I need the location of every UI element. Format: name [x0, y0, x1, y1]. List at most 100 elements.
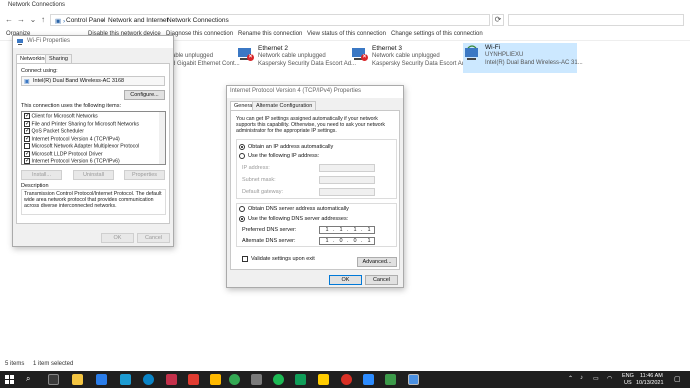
file-explorer-icon[interactable] — [72, 374, 83, 385]
breadcrumb[interactable]: ▣ › Control Panel › Network and Internet… — [50, 14, 490, 26]
list-item[interactable]: Microsoft Network Adapter Multiplexor Pr… — [24, 143, 139, 150]
octet: 1 — [367, 238, 371, 244]
dialog-titlebar: Wi-Fi Properties — [13, 36, 173, 48]
unplugged-x-icon: × — [247, 54, 254, 61]
back-arrow-icon[interactable]: ← — [4, 15, 14, 25]
dialog-title: Internet Protocol Version 4 (TCP/IPv4) P… — [230, 88, 362, 94]
app-icon[interactable] — [273, 374, 284, 385]
use-ip-radio[interactable] — [239, 153, 245, 159]
cancel-button[interactable]: Cancel — [365, 275, 398, 285]
obtain-ip-radio[interactable] — [239, 144, 245, 150]
view-status-button[interactable]: View status of this connection — [307, 31, 386, 37]
clock-time[interactable]: 11:46 AM — [640, 373, 663, 379]
octet: 1 — [325, 238, 329, 244]
adapter-name: Ethernet 3 — [372, 45, 402, 52]
checkbox-checked[interactable]: ✓ — [24, 158, 30, 164]
properties-button[interactable]: Properties — [124, 170, 165, 180]
change-settings-button[interactable]: Change settings of this connection — [391, 31, 483, 37]
ipv4-properties-dialog: Internet Protocol Version 4 (TCP/IPv4) P… — [226, 85, 404, 288]
ok-button[interactable]: OK — [101, 233, 134, 243]
breadcrumb-network-and-internet[interactable]: Network and Internet — [108, 17, 168, 24]
task-view-icon[interactable] — [48, 374, 59, 385]
use-dns-label: Use the following DNS server addresses: — [248, 216, 349, 222]
ip-address-field[interactable] — [319, 164, 375, 172]
adapter-ethernet-3[interactable]: × Ethernet 3 Network cable unplugged Kas… — [350, 44, 470, 72]
uninstall-button[interactable]: Uninstall — [73, 170, 114, 180]
preferred-dns-field[interactable]: 1 . 1 . 1 . 1 — [319, 226, 375, 234]
chrome-icon[interactable] — [229, 374, 240, 385]
subnet-mask-field[interactable] — [319, 176, 375, 184]
list-item[interactable]: ✓ File and Printer Sharing for Microsoft… — [24, 120, 139, 128]
use-dns-radio[interactable] — [239, 216, 245, 222]
list-item[interactable]: ✓ Client for Microsoft Networks — [24, 113, 98, 120]
forward-arrow-icon[interactable]: → — [16, 15, 26, 25]
recent-chevron-icon[interactable]: ⌄ — [28, 15, 38, 25]
app-icon[interactable] — [341, 374, 352, 385]
notifications-icon[interactable]: ▢ — [674, 375, 681, 383]
checkbox-checked[interactable]: ✓ — [24, 128, 30, 134]
app-icon[interactable] — [295, 374, 306, 385]
language-us[interactable]: US — [624, 380, 632, 386]
wifi-tray-icon[interactable]: ◠ — [607, 375, 612, 382]
battery-icon[interactable]: ▭ — [593, 375, 599, 382]
obtain-dns-radio[interactable] — [239, 206, 245, 212]
checkbox-unchecked[interactable] — [24, 143, 30, 149]
list-item[interactable]: ✓ QoS Packet Scheduler — [24, 128, 84, 135]
default-gateway-label: Default gateway: — [242, 189, 283, 195]
adapter-wifi[interactable]: Wi-Fi UYNHPLIEXU Intel(R) Dual Band Wire… — [463, 43, 583, 73]
app-icon[interactable] — [318, 374, 329, 385]
breadcrumb-control-panel[interactable]: Control Panel — [66, 17, 105, 24]
checkbox-checked[interactable]: ✓ — [24, 113, 30, 119]
checkbox-checked[interactable]: ✓ — [24, 150, 30, 157]
app-icon[interactable] — [251, 374, 262, 385]
mail-icon[interactable] — [120, 374, 131, 385]
subnet-mask-label: Subnet mask: — [242, 177, 276, 183]
tab-sharing[interactable]: Sharing — [45, 54, 72, 63]
diagnose-button[interactable]: Diagnose this connection — [166, 31, 233, 37]
search-icon[interactable]: ⌕ — [26, 374, 30, 384]
list-item[interactable]: ✓ Internet Protocol Version 4 (TCP/IPv4) — [24, 135, 120, 143]
description-text: Transmission Control Protocol/Internet P… — [24, 191, 162, 209]
tab-alternate-configuration[interactable]: Alternate Configuration — [252, 101, 317, 110]
list-item[interactable]: ✓ Microsoft LLDP Protocol Driver — [24, 150, 103, 158]
refresh-icon[interactable]: ⟳ — [492, 14, 504, 26]
cancel-button[interactable]: Cancel — [137, 233, 170, 243]
advanced-button[interactable]: Advanced... — [357, 257, 397, 267]
alternate-dns-field[interactable]: 1 . 0 . 0 . 1 — [319, 237, 375, 245]
volume-icon[interactable]: ♪ — [580, 375, 583, 381]
clock-date[interactable]: 10/13/2021 — [636, 380, 664, 386]
configure-button[interactable]: Configure... — [124, 90, 165, 100]
edge-icon[interactable] — [143, 374, 154, 385]
up-arrow-icon[interactable]: ↑ — [38, 15, 48, 25]
store-icon[interactable] — [96, 374, 107, 385]
search-input[interactable] — [508, 14, 684, 26]
rename-button[interactable]: Rename this connection — [238, 31, 302, 37]
octet: 0 — [339, 238, 343, 244]
windows-start-icon[interactable] — [5, 375, 14, 384]
language-eng[interactable]: ENG — [622, 373, 634, 379]
office-icon[interactable] — [166, 374, 177, 385]
app-icon[interactable] — [210, 374, 221, 385]
breadcrumb-network-connections[interactable]: Network Connections — [167, 17, 229, 24]
item-count: 5 items — [5, 361, 25, 367]
tray-chevron-icon[interactable]: ⌃ — [568, 375, 573, 382]
app-icon[interactable] — [385, 374, 396, 385]
octet: 1 — [325, 227, 329, 233]
network-icon — [17, 39, 23, 45]
control-panel-icon[interactable] — [408, 374, 419, 385]
checkbox-checked[interactable]: ✓ — [24, 120, 30, 127]
adapter-ethernet-2[interactable]: × Ethernet 2 Network cable unplugged Kas… — [236, 44, 356, 72]
app-icon[interactable] — [363, 374, 374, 385]
ok-button[interactable]: OK — [329, 275, 362, 285]
items-label: This connection uses the following items… — [21, 103, 121, 109]
list-item[interactable]: ✓ Internet Protocol Version 6 (TCP/IPv6) — [24, 158, 120, 164]
list-scrollbar[interactable] — [159, 112, 165, 164]
status-bar: 5 items 1 item selected — [0, 359, 690, 371]
checkbox-checked[interactable]: ✓ — [24, 135, 30, 142]
app-icon[interactable] — [188, 374, 199, 385]
connect-using-label: Connect using: — [21, 68, 58, 74]
install-button[interactable]: Install... — [21, 170, 62, 180]
breadcrumb-separator: › — [161, 17, 164, 24]
validate-checkbox[interactable] — [242, 256, 248, 262]
default-gateway-field[interactable] — [319, 188, 375, 196]
